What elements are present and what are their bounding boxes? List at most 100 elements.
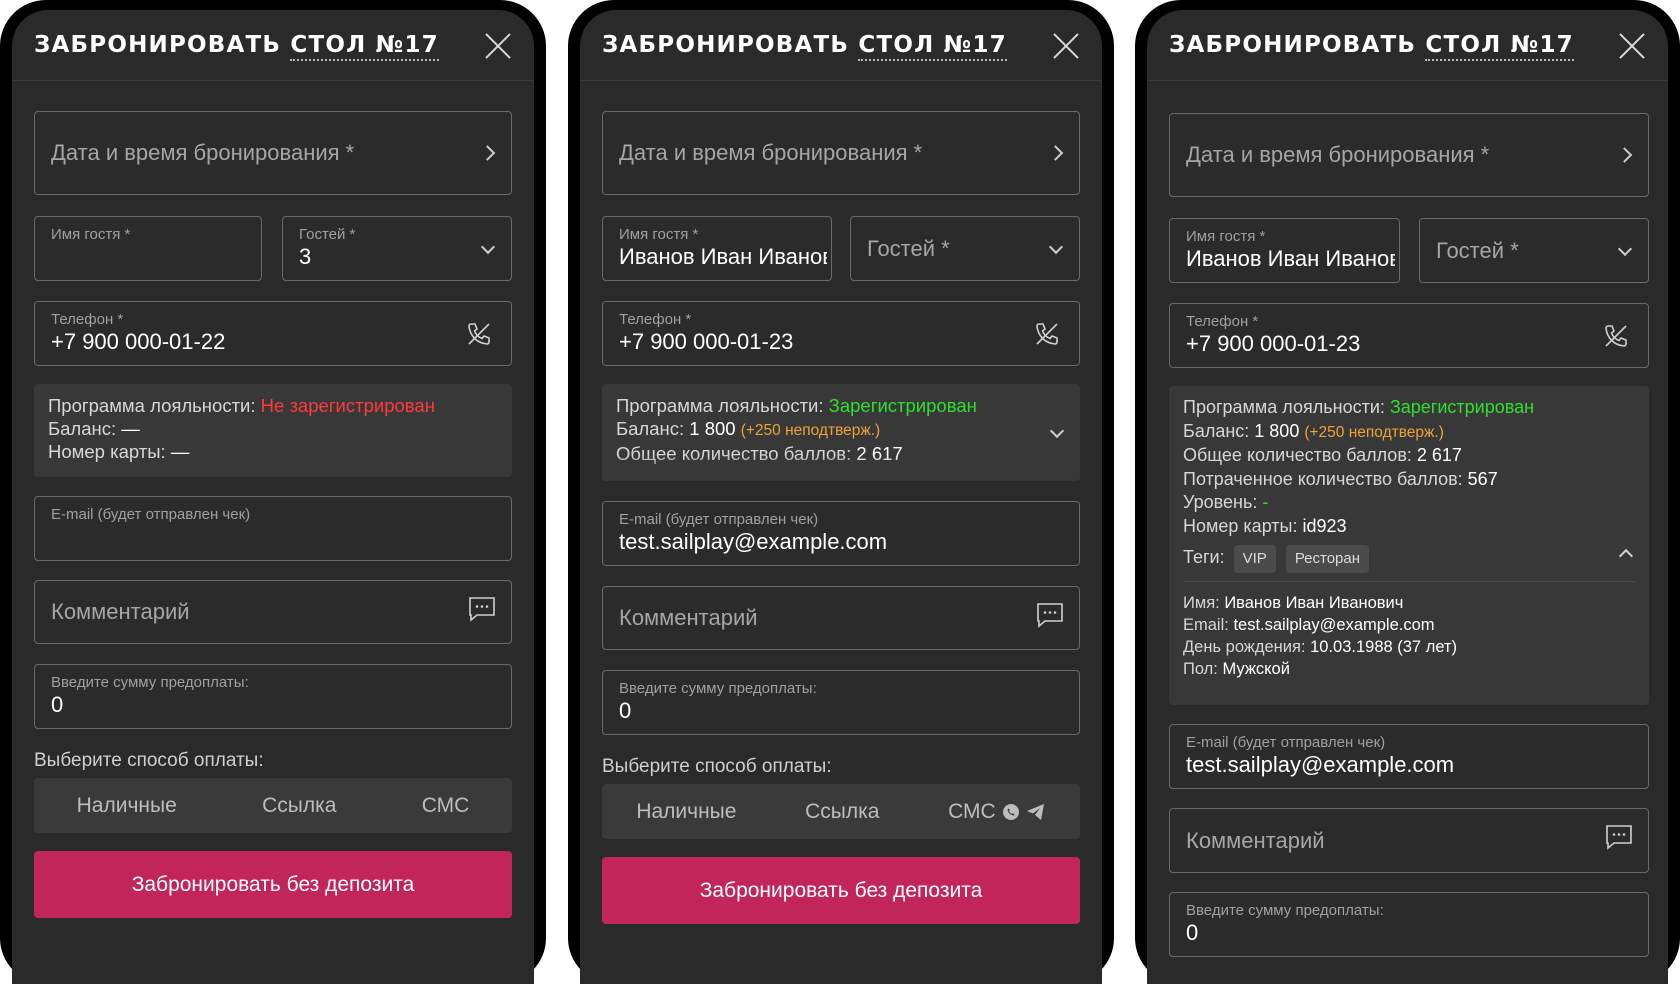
booking-modal-3: ЗАБРОНИРОВАТЬ СТОЛ №17 Дата и время брон… xyxy=(1147,10,1668,984)
comment-icon[interactable] xyxy=(467,595,497,623)
prepay-field[interactable]: Введите сумму предоплаты: 0 xyxy=(1169,892,1649,957)
level-row: Уровень: - xyxy=(1183,491,1635,515)
close-icon[interactable] xyxy=(484,32,512,60)
comment-field[interactable]: Комментарий xyxy=(602,586,1080,650)
balance-row: Баланс: 1 800 (+250 неподтверж.) xyxy=(616,417,1066,442)
comment-field[interactable]: Комментарий xyxy=(34,580,512,644)
prepay-label: Введите сумму предоплаты: xyxy=(619,680,817,697)
chevron-down-icon xyxy=(1617,241,1633,256)
prepay-field[interactable]: Введите сумму предоплаты: 0 xyxy=(34,664,512,729)
whatsapp-icon[interactable] xyxy=(1002,803,1020,821)
balance-label: Баланс: xyxy=(48,418,122,439)
payment-option-cash[interactable]: Наличные xyxy=(77,794,177,818)
email-field[interactable]: E-mail (будет отправлен чек) test.sailpl… xyxy=(1169,724,1649,789)
prepay-value: 0 xyxy=(51,692,64,717)
booking-modal-2: ЗАБРОНИРОВАТЬ СТОЛ №17 Дата и время брон… xyxy=(580,10,1102,984)
modal-header: ЗАБРОНИРОВАТЬ СТОЛ №17 xyxy=(12,10,534,81)
modal-title: ЗАБРОНИРОВАТЬ СТОЛ №17 xyxy=(1169,32,1574,61)
guests-select[interactable]: Гостей * 3 xyxy=(282,216,512,281)
payment-option-sms[interactable]: СМС xyxy=(422,794,470,818)
card-label: Номер карты: xyxy=(1183,515,1303,536)
phone-field[interactable]: Телефон * +7 900 000-01-22 xyxy=(34,301,512,366)
guest-name-field[interactable]: Имя гостя * xyxy=(34,216,262,281)
loyalty-label: Программа лояльности: xyxy=(48,395,261,416)
phone-frame-1: ЗАБРОНИРОВАТЬ СТОЛ №17 Дата и время брон… xyxy=(0,0,546,984)
profile-gender-row: Пол: Мужской xyxy=(1183,658,1635,680)
tag-vip: VIP xyxy=(1233,545,1276,573)
payment-option-sms-group[interactable]: СМС xyxy=(948,800,1046,824)
tag-restaurant: Ресторан xyxy=(1285,545,1370,573)
prepay-value: 0 xyxy=(619,698,632,723)
pending-points: (+250 неподтверж.) xyxy=(740,422,881,439)
loyalty-status: Зарегистрирован xyxy=(828,395,977,416)
phone-call-icon[interactable] xyxy=(1602,322,1630,350)
payment-method-selector: Наличные Ссылка СМС xyxy=(34,778,512,833)
tags-label: Теги: xyxy=(1183,547,1230,567)
title-text: ЗАБРОНИРОВАТЬ xyxy=(34,32,282,58)
guest-name-field[interactable]: Имя гостя * Иванов Иван Иванович xyxy=(602,216,832,281)
guests-select[interactable]: Гостей * xyxy=(850,216,1080,281)
tags-row: Теги: VIP Ресторан xyxy=(1183,545,1635,573)
payment-option-cash[interactable]: Наличные xyxy=(636,800,736,824)
comment-placeholder: Комментарий xyxy=(1186,827,1325,853)
chevron-right-icon xyxy=(1616,147,1633,163)
close-icon[interactable] xyxy=(1052,32,1080,60)
email-field[interactable]: E-mail (будет отправлен чек) test.sailpl… xyxy=(602,501,1080,566)
balance-value: 1 800 xyxy=(689,418,736,439)
prepay-field[interactable]: Введите сумму предоплаты: 0 xyxy=(602,670,1080,735)
close-icon[interactable] xyxy=(1618,32,1646,60)
card-value: id923 xyxy=(1302,515,1347,536)
table-number-link[interactable]: СТОЛ №17 xyxy=(858,32,1007,61)
loyalty-label: Программа лояльности: xyxy=(616,395,829,416)
profile-name-row: Имя: Иванов Иван Иванович xyxy=(1183,592,1635,614)
card-value: — xyxy=(170,441,190,462)
modal-title: ЗАБРОНИРОВАТЬ СТОЛ №17 xyxy=(602,32,1007,61)
book-without-deposit-button[interactable]: Забронировать без депозита xyxy=(602,857,1080,924)
chevron-down-icon xyxy=(1048,239,1064,254)
phone-label: Телефон * xyxy=(619,311,692,328)
modal-header: ЗАБРОНИРОВАТЬ СТОЛ №17 xyxy=(1147,10,1668,81)
comment-icon[interactable] xyxy=(1035,601,1065,629)
level-value: - xyxy=(1262,492,1269,512)
phone-value: +7 900 000-01-23 xyxy=(619,329,794,354)
book-without-deposit-button[interactable]: Забронировать без депозита xyxy=(34,851,512,918)
profile-email-label: Email: xyxy=(1183,615,1234,634)
spent-points-row: Потраченное количество баллов: 567 xyxy=(1183,468,1635,492)
payment-option-link[interactable]: Ссылка xyxy=(262,794,336,818)
collapse-fade xyxy=(602,455,1080,481)
comment-icon[interactable] xyxy=(1604,823,1634,851)
datetime-field[interactable]: Дата и время бронирования * xyxy=(1169,113,1649,197)
balance-row: Баланс: 1 800 (+250 неподтверж.) xyxy=(1183,420,1635,445)
phone-label: Телефон * xyxy=(1186,313,1259,330)
email-label: E-mail (будет отправлен чек) xyxy=(51,506,251,523)
guest-name-field[interactable]: Имя гостя * Иванов Иван Иванович xyxy=(1169,218,1400,283)
guests-select[interactable]: Гостей * xyxy=(1419,218,1649,283)
chevron-down-icon xyxy=(480,239,496,254)
loyalty-panel-expanded: Программа лояльности: Зарегистрирован Ба… xyxy=(1169,386,1649,705)
balance-row: Баланс: — xyxy=(48,417,498,440)
phone-call-icon[interactable] xyxy=(465,320,493,348)
pending-points: (+250 неподтверж.) xyxy=(1304,423,1444,441)
email-field[interactable]: E-mail (будет отправлен чек) xyxy=(34,496,512,561)
phone-field[interactable]: Телефон * +7 900 000-01-23 xyxy=(1169,303,1649,368)
datetime-field[interactable]: Дата и время бронирования * xyxy=(34,111,512,195)
comment-field[interactable]: Комментарий xyxy=(1169,808,1649,873)
profile-birthday-value: 10.03.1988 (37 лет) xyxy=(1310,637,1457,656)
datetime-placeholder: Дата и время бронирования * xyxy=(1186,142,1490,167)
modal-header: ЗАБРОНИРОВАТЬ СТОЛ №17 xyxy=(580,10,1102,81)
phone-field[interactable]: Телефон * +7 900 000-01-23 xyxy=(602,301,1080,366)
telegram-icon[interactable] xyxy=(1026,803,1046,821)
payment-method-label: Выберите способ оплаты: xyxy=(602,756,832,777)
guests-placeholder: Гостей * xyxy=(1436,237,1519,263)
guest-name-value: Иванов Иван Иванович xyxy=(619,244,827,269)
loyalty-panel[interactable]: Программа лояльности: Зарегистрирован Ба… xyxy=(602,384,1080,481)
phone-call-icon[interactable] xyxy=(1033,320,1061,348)
datetime-field[interactable]: Дата и время бронирования * xyxy=(602,111,1080,195)
table-number-link[interactable]: СТОЛ №17 xyxy=(1425,32,1574,61)
payment-option-link[interactable]: Ссылка xyxy=(805,800,879,824)
table-number-link[interactable]: СТОЛ №17 xyxy=(290,32,439,61)
title-text: ЗАБРОНИРОВАТЬ xyxy=(1169,32,1417,58)
phone-frame-3: ЗАБРОНИРОВАТЬ СТОЛ №17 Дата и время брон… xyxy=(1135,0,1680,984)
datetime-placeholder: Дата и время бронирования * xyxy=(619,140,923,165)
email-label: E-mail (будет отправлен чек) xyxy=(1186,734,1386,751)
